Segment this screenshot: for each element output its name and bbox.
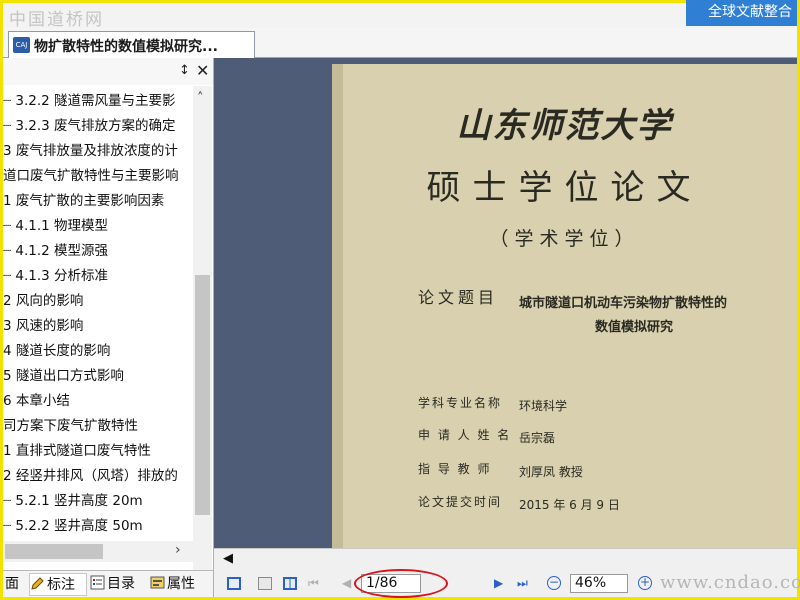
close-icon[interactable]: ✕ <box>196 61 209 80</box>
list-icon <box>90 575 105 590</box>
field-label-advisor: 指 导 教 师 <box>418 462 492 476</box>
document-tab-title: 物扩散特性的数值模拟研究... <box>34 39 218 55</box>
toc-horizontal-scrollbar[interactable]: › <box>3 541 212 562</box>
toc-item[interactable]: ┈ 4.1.3 分析标准 <box>3 264 108 289</box>
toc-item[interactable]: 5 隧道出口方式影响 <box>3 364 124 389</box>
toc-item[interactable]: ┈ 5.2.2 竖井高度 50m <box>3 514 143 539</box>
red-highlight-oval <box>354 569 448 598</box>
field-value-submission-date: 2015 年 6 月 9 日 <box>519 498 620 512</box>
tab-properties-label: 属性 <box>167 576 195 592</box>
degree-type: （学术学位） <box>489 228 640 250</box>
last-page-icon[interactable]: ⏭ <box>517 576 528 591</box>
scroll-left-icon[interactable]: ◀ <box>223 551 233 566</box>
toc-item[interactable]: 3 风速的影响 <box>3 314 83 339</box>
viewer-horizontal-scrollbar[interactable]: ◀ <box>214 548 797 570</box>
document-tab[interactable]: CAJ 物扩散特性的数值模拟研究... <box>8 31 255 58</box>
properties-icon <box>150 575 165 590</box>
toc-item[interactable]: ┈ 3.2.3 废气排放方案的确定 <box>3 114 176 139</box>
thesis-title-label: 论文题目 <box>418 288 499 307</box>
toc-panel: ↕ ✕ ┈ 3.2.2 隧道需风量与主要影 ┈ 3.2.3 废气排放方案的确定 … <box>3 58 214 597</box>
toc-panel-header: ↕ ✕ <box>3 58 213 85</box>
global-literature-button[interactable]: 全球文献整合 <box>686 0 797 26</box>
field-label-applicant: 申 请 人 姓 名 <box>418 428 512 442</box>
thesis-title-line-2: 数值模拟研究 <box>595 320 674 335</box>
toc-vertical-scrollbar[interactable]: ˄ ˅ <box>193 86 212 576</box>
toc-list: ┈ 3.2.2 隧道需风量与主要影 ┈ 3.2.3 废气排放方案的确定 3 废气… <box>3 89 193 577</box>
single-page-view-icon[interactable] <box>227 577 241 590</box>
page-1-image: 山东师范大学 硕士学位论文 （学术学位） 论文题目 城市隧道口机动车污染物扩散特… <box>332 64 797 548</box>
field-value-major: 环境科学 <box>519 399 568 413</box>
toc-item[interactable]: ┈ 3.2.2 隧道需风量与主要影 <box>3 89 176 114</box>
toc-item[interactable]: 2 经竖井排风（风塔）排放的 <box>3 464 178 489</box>
tab-properties[interactable]: 属性 <box>150 573 212 596</box>
site-watermark: 中国道桥网 <box>9 10 104 30</box>
toc-item[interactable]: 司方案下废气扩散特性 <box>3 414 138 439</box>
field-label-submission-date: 论文提交时间 <box>418 495 503 509</box>
toc-item[interactable]: 道口废气扩散特性与主要影响 <box>3 164 179 189</box>
toc-item[interactable]: 6 本章小结 <box>3 389 70 414</box>
chevron-up-icon[interactable]: ˄ <box>197 91 204 106</box>
chevron-right-icon[interactable]: › <box>175 542 181 558</box>
toc-item[interactable]: 1 废气扩散的主要影响因素 <box>3 189 164 214</box>
thesis-title-line-1: 城市隧道口机动车污染物扩散特性的 <box>519 296 728 311</box>
tab-toc[interactable]: 目录 <box>90 573 148 596</box>
pin-icon[interactable]: ↕ <box>179 63 190 78</box>
toc-item[interactable]: ┈ 4.1.1 物理模型 <box>3 214 108 239</box>
previous-page-icon[interactable]: ◀ <box>342 576 351 590</box>
toc-item[interactable]: 2 风向的影响 <box>3 289 83 314</box>
university-name: 山东师范大学 <box>456 106 673 146</box>
zoom-level-input[interactable]: 46% <box>570 574 628 593</box>
next-page-icon[interactable]: ▶ <box>494 576 503 590</box>
toc-item[interactable]: 4 隧道长度的影响 <box>3 339 110 364</box>
zoom-out-icon[interactable]: − <box>547 576 561 590</box>
site-url-watermark: www.cndao.com <box>660 572 800 593</box>
zoom-in-icon[interactable]: + <box>638 576 652 590</box>
scrollbar-thumb[interactable] <box>5 544 103 559</box>
tab-annotations[interactable]: 标注 <box>29 573 87 596</box>
scrollbar-thumb[interactable] <box>195 275 210 515</box>
thesis-type-heading: 硕士学位论文 <box>426 168 703 208</box>
continuous-view-icon[interactable] <box>258 577 272 590</box>
toc-item[interactable]: 1 直排式隧道口废气特性 <box>3 439 151 464</box>
field-label-major: 学科专业名称 <box>418 396 503 410</box>
pencil-icon <box>30 576 45 591</box>
two-page-view-icon[interactable] <box>283 577 297 590</box>
toc-item[interactable]: ┈ 4.1.2 模型源强 <box>3 239 108 264</box>
field-value-applicant: 岳宗磊 <box>519 431 556 445</box>
tab-pages[interactable]: 面 <box>5 573 29 596</box>
field-value-advisor: 刘厚凤 教授 <box>519 465 583 479</box>
toc-item[interactable]: 3 废气排放量及排放浓度的计 <box>3 139 178 164</box>
caj-document-icon: CAJ <box>13 37 30 53</box>
document-viewer[interactable]: 山东师范大学 硕士学位论文 （学术学位） 论文题目 城市隧道口机动车污染物扩散特… <box>214 58 797 548</box>
document-tabstrip: CAJ 物扩散特性的数值模拟研究... <box>3 28 797 58</box>
tab-pages-label: 面 <box>5 576 19 592</box>
toc-item[interactable]: ┈ 5.2.1 竖井高度 20m <box>3 489 143 514</box>
top-banner: 中国道桥网 <box>3 3 797 30</box>
panel-tab-bar: 面 标注 目录 属性 <box>3 570 213 597</box>
tab-toc-label: 目录 <box>107 576 135 592</box>
first-page-icon[interactable]: ⏮ <box>308 576 319 591</box>
tab-annotations-label: 标注 <box>47 577 75 593</box>
bottom-toolbar: ⏮ ◀ 1/86 ▶ ⏭ − 46% + www.cndao.com <box>214 569 800 598</box>
